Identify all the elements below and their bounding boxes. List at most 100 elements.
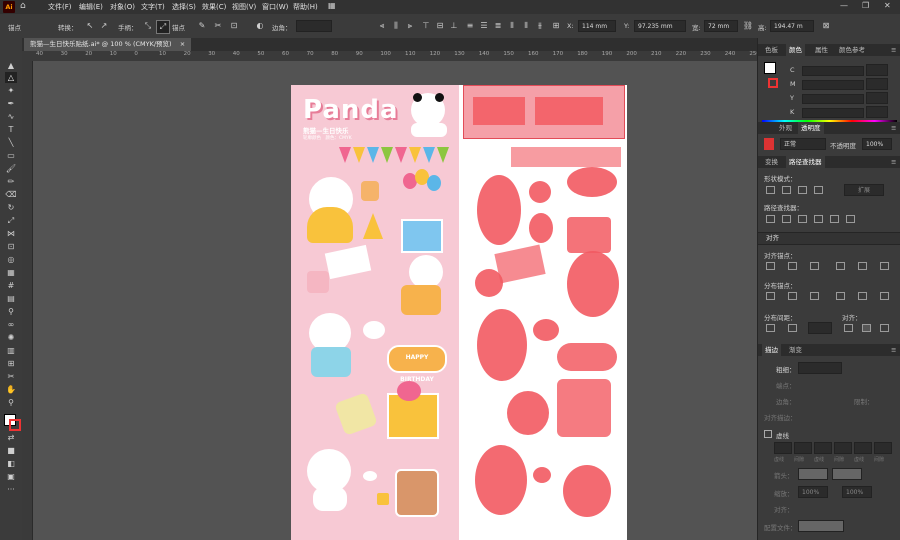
artboard[interactable]: Panda 熊猫—生日快乐 轮廓颜色 颜色：CMYK HAPPY BIRTHDA…	[291, 85, 627, 540]
blend-mode-select[interactable]: 正常	[780, 138, 826, 150]
align-middle-icon[interactable]: ⊟	[434, 20, 446, 32]
minus-back-icon[interactable]	[846, 215, 855, 223]
layout-icon[interactable]: ▦	[328, 1, 336, 10]
pen-tool-icon[interactable]: ✒	[5, 98, 17, 109]
distribute-bottom-icon[interactable]: ≣	[492, 20, 504, 32]
align-center-icon[interactable]: ⫼	[390, 20, 402, 32]
free-transform-tool-icon[interactable]: ⊡	[5, 241, 17, 252]
dash-field-3[interactable]	[854, 442, 872, 454]
rectangle-tool-icon[interactable]: ▭	[5, 150, 17, 161]
distribute-right-icon[interactable]: ⫵	[534, 20, 546, 32]
zoom-tool-icon[interactable]: ⚲	[5, 397, 17, 408]
distribute-center-icon[interactable]: ⫴	[520, 20, 532, 32]
dashed-line-checkbox[interactable]	[764, 430, 772, 438]
blend-tool-icon[interactable]: ∞	[5, 319, 17, 330]
profile-select[interactable]	[798, 520, 844, 532]
type-tool-icon[interactable]: T	[5, 124, 17, 135]
panel-menu-icon[interactable]: ≡	[888, 44, 899, 56]
screen-mode-icon[interactable]: ▣	[5, 471, 17, 482]
tab-gradient[interactable]: 渐变	[786, 344, 805, 356]
stroke-weight-field[interactable]	[798, 362, 842, 374]
tab-swatches[interactable]: 色板	[762, 44, 781, 56]
divide-icon[interactable]	[766, 215, 775, 223]
document-tab[interactable]: 熊猫—生日快乐贴纸.ai* @ 100 % (CMYK/预览) ×	[24, 38, 192, 51]
distribute-top-icon[interactable]: ≡	[464, 20, 476, 32]
menu-edit[interactable]: 编辑(E)	[79, 2, 103, 12]
more-tools-icon[interactable]: ···	[5, 484, 17, 495]
swap-fill-stroke-icon[interactable]: ⇄	[5, 432, 17, 443]
menu-view[interactable]: 视图(V)	[232, 2, 256, 12]
vertical-distribute-space-icon[interactable]	[766, 324, 775, 332]
menu-select[interactable]: 选择(S)	[172, 2, 196, 12]
tab-color-guide[interactable]: 颜色参考	[836, 44, 868, 56]
menu-effect[interactable]: 效果(C)	[202, 2, 226, 12]
transform-icon[interactable]: ⊠	[820, 20, 832, 32]
camera-sticker[interactable]	[363, 321, 385, 339]
tab-stroke[interactable]: 描边	[762, 344, 781, 356]
channel-c-slider[interactable]	[802, 66, 864, 76]
horizontal-distribute-right-icon[interactable]	[880, 292, 889, 300]
vertical-ruler[interactable]	[22, 61, 33, 540]
shape-builder-tool-icon[interactable]: ◎	[5, 254, 17, 265]
arrowhead-end-select[interactable]	[832, 468, 862, 480]
align-top-icon[interactable]: ⊤	[420, 20, 432, 32]
menu-object[interactable]: 对象(O)	[110, 2, 135, 12]
unite-icon[interactable]	[766, 186, 775, 194]
menu-type[interactable]: 文字(T)	[141, 2, 165, 12]
mesh-tool-icon[interactable]: #	[5, 280, 17, 291]
horizontal-align-left-icon[interactable]	[766, 262, 775, 270]
arrowhead-start-select[interactable]	[798, 468, 828, 480]
h-field[interactable]: 194.47 m	[770, 20, 814, 32]
reference-point-icon[interactable]: ⊞	[550, 20, 562, 32]
gradient-tool-icon[interactable]: ▤	[5, 293, 17, 304]
vertical-align-center-icon[interactable]	[858, 262, 867, 270]
heart-sticker[interactable]	[363, 471, 377, 481]
cake-slice-sticker[interactable]	[307, 271, 329, 293]
home-icon[interactable]: ⌂	[20, 1, 26, 11]
tab-pathfinder[interactable]: 路径查找器	[786, 156, 825, 168]
tab-properties[interactable]: 属性	[812, 44, 831, 56]
connect-anchor-icon[interactable]: ✂	[212, 20, 224, 32]
horizontal-distribute-left-icon[interactable]	[836, 292, 845, 300]
color-stroke-swatch[interactable]	[768, 78, 778, 88]
align-left-icon[interactable]: ⫷	[376, 20, 388, 32]
align-panel-header[interactable]: 对齐	[758, 232, 900, 245]
slice-tool-icon[interactable]: ✂	[5, 371, 17, 382]
color-fill-swatch[interactable]	[764, 62, 776, 74]
align-to-artboard-icon[interactable]	[880, 324, 889, 332]
canvas[interactable]: Panda 熊猫—生日快乐 轮廓颜色 颜色：CMYK HAPPY BIRTHDA…	[33, 61, 757, 540]
cut-path-icon[interactable]: ⊡	[228, 20, 240, 32]
tab-color[interactable]: 颜色	[786, 44, 805, 56]
outline-icon[interactable]	[830, 215, 839, 223]
channel-k-slider[interactable]	[802, 108, 864, 118]
eraser-tool-icon[interactable]: ⌫	[5, 189, 17, 200]
channel-m-slider[interactable]	[802, 80, 864, 90]
balloon-sticker[interactable]	[427, 175, 441, 191]
close-tab-icon[interactable]: ×	[180, 40, 185, 48]
pencil-tool-icon[interactable]: ✏	[5, 176, 17, 187]
align-to-selection-icon[interactable]	[844, 324, 853, 332]
magic-wand-tool-icon[interactable]: ✦	[5, 85, 17, 96]
menu-file[interactable]: 文件(F)	[48, 2, 72, 12]
letter-sticker[interactable]	[324, 244, 372, 280]
merge-icon[interactable]	[798, 215, 807, 223]
expand-button[interactable]: 扩展	[844, 184, 884, 196]
birthday-cake-sticker[interactable]	[395, 469, 439, 517]
remove-anchor-icon[interactable]: ✎	[196, 20, 208, 32]
eyedropper-tool-icon[interactable]: ⚲	[5, 306, 17, 317]
cut-contour-sheet[interactable]	[463, 85, 627, 540]
convert-smooth-icon[interactable]: ↗	[98, 20, 110, 32]
channel-y-slider[interactable]	[802, 94, 864, 104]
cupcake-sticker[interactable]	[361, 181, 379, 201]
horizontal-distribute-center-icon[interactable]	[858, 292, 867, 300]
line-tool-icon[interactable]: ╲	[5, 137, 17, 148]
perspective-grid-tool-icon[interactable]: ▦	[5, 267, 17, 278]
tab-transform[interactable]: 变换	[762, 156, 781, 168]
menu-window[interactable]: 窗口(W)	[262, 2, 288, 12]
stroke-swatch[interactable]	[9, 419, 21, 431]
align-bottom-icon[interactable]: ⊥	[448, 20, 460, 32]
menu-help[interactable]: 帮助(H)	[293, 2, 318, 12]
trim-icon[interactable]	[782, 215, 791, 223]
panel-menu-icon[interactable]: ≡	[888, 156, 899, 168]
isolate-icon[interactable]: ◐	[254, 20, 266, 32]
